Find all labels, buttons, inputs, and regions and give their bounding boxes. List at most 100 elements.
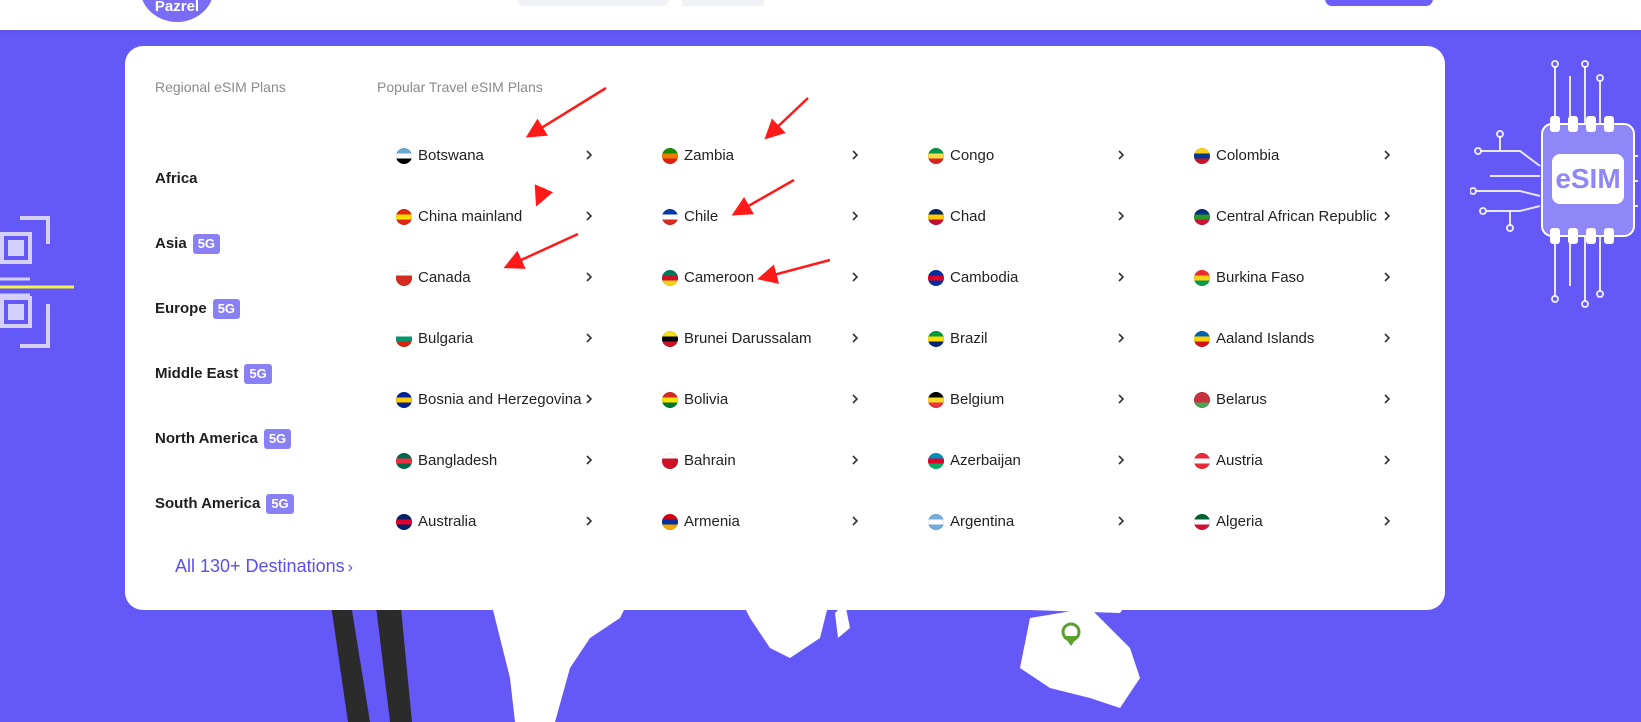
- chevron-right-icon: [852, 516, 859, 526]
- country-name: Botswana: [418, 147, 484, 164]
- country-name: Chad: [950, 208, 986, 225]
- region-item[interactable]: North America 5G: [155, 406, 294, 471]
- chevron-right-icon: [1384, 211, 1391, 221]
- country-item[interactable]: Belgium: [928, 369, 1138, 430]
- flag-icon: [928, 452, 944, 469]
- network-5g-badge: 5G: [192, 233, 221, 254]
- country-name: Belgium: [950, 391, 1005, 408]
- chevron-right-icon: [586, 211, 593, 221]
- country-item[interactable]: Azerbaijan: [928, 430, 1138, 491]
- flag-icon: [662, 452, 678, 469]
- country-item[interactable]: Bahrain: [662, 430, 872, 491]
- regional-plans-heading: Regional eSIM Plans: [155, 79, 286, 95]
- country-item[interactable]: Armenia: [662, 491, 872, 552]
- country-item[interactable]: Argentina: [928, 491, 1138, 552]
- country-item[interactable]: Cameroon: [662, 247, 872, 308]
- chevron-right-icon: [852, 394, 859, 404]
- region-item[interactable]: Africa: [155, 146, 294, 211]
- region-item[interactable]: Middle East 5G: [155, 341, 294, 406]
- country-name: Bahrain: [684, 452, 736, 469]
- flag-icon: [928, 513, 944, 530]
- country-item[interactable]: Botswana: [396, 125, 606, 186]
- country-item[interactable]: Cambodia: [928, 247, 1138, 308]
- flag-icon: [1194, 391, 1210, 408]
- site-header: Pazrel: [0, 0, 1641, 30]
- chevron-right-icon: [1118, 211, 1125, 221]
- country-item[interactable]: Belarus: [1194, 369, 1404, 430]
- flag-icon: [928, 147, 944, 164]
- country-name: Australia: [418, 513, 477, 530]
- flag-icon: [928, 330, 944, 347]
- world-map-illustration: [330, 598, 1140, 722]
- country-name: Zambia: [684, 147, 735, 164]
- header-nav-pill[interactable]: [682, 0, 764, 6]
- country-item[interactable]: Bulgaria: [396, 308, 606, 369]
- country-name: Colombia: [1216, 147, 1280, 164]
- country-name: Aaland Islands: [1216, 330, 1315, 347]
- region-label: Middle East: [155, 365, 239, 382]
- country-name: Austria: [1216, 452, 1263, 469]
- country-item[interactable]: Canada: [396, 247, 606, 308]
- country-item[interactable]: Zambia: [662, 125, 872, 186]
- chevron-right-icon: [586, 150, 593, 160]
- network-5g-badge: 5G: [212, 298, 241, 319]
- country-item[interactable]: Chad: [928, 186, 1138, 247]
- chevron-right-icon: [852, 211, 859, 221]
- country-item[interactable]: Australia: [396, 491, 606, 552]
- chevron-right-icon: [1118, 455, 1125, 465]
- chevron-right-icon: [1384, 394, 1391, 404]
- country-item[interactable]: Congo: [928, 125, 1138, 186]
- flag-icon: [928, 208, 944, 225]
- header-cta-button[interactable]: [1325, 0, 1433, 6]
- chevron-right-icon: [852, 333, 859, 343]
- country-name: Bosnia and Herzegovina: [418, 391, 582, 408]
- all-destinations-link[interactable]: All 130+ Destinations ›: [175, 556, 353, 577]
- flag-icon: [396, 147, 412, 164]
- country-grid: Botswana Zambia Congo Colombia China mainlan…: [396, 125, 1404, 552]
- country-item[interactable]: Algeria: [1194, 491, 1404, 552]
- flag-icon: [1194, 513, 1210, 530]
- country-item[interactable]: Bangladesh: [396, 430, 606, 491]
- network-5g-badge: 5G: [263, 428, 292, 449]
- region-item[interactable]: Asia 5G: [155, 211, 294, 276]
- country-item[interactable]: Chile: [662, 186, 872, 247]
- country-item[interactable]: Brunei Darussalam: [662, 308, 872, 369]
- country-name: Algeria: [1216, 513, 1263, 530]
- chevron-right-icon: [586, 455, 593, 465]
- network-5g-badge: 5G: [266, 493, 294, 514]
- region-label: North America: [155, 430, 258, 447]
- chevron-right-icon: [1384, 333, 1391, 343]
- country-item[interactable]: Bolivia: [662, 369, 872, 430]
- qr-scan-icon: [0, 216, 74, 348]
- country-item[interactable]: Aaland Islands: [1194, 308, 1404, 369]
- country-name: Brunei Darussalam: [684, 330, 812, 347]
- chevron-right-icon: [852, 272, 859, 282]
- country-name: Argentina: [950, 513, 1015, 530]
- flag-icon: [1194, 208, 1210, 225]
- logo-text: Pazrel: [154, 0, 200, 15]
- country-name: Bolivia: [684, 391, 729, 408]
- country-name: Bangladesh: [418, 452, 498, 469]
- country-item[interactable]: China mainland: [396, 186, 606, 247]
- country-item[interactable]: Central African Republic: [1194, 186, 1404, 247]
- flag-icon: [662, 513, 678, 530]
- country-name: Cameroon: [684, 269, 755, 286]
- region-label: South America: [155, 495, 261, 512]
- country-item[interactable]: Colombia: [1194, 125, 1404, 186]
- country-name: Azerbaijan: [950, 452, 1021, 469]
- flag-icon: [662, 208, 678, 225]
- region-item[interactable]: Europe 5G: [155, 276, 294, 341]
- region-label: Europe: [155, 300, 207, 317]
- chevron-right-icon: [1118, 150, 1125, 160]
- brand-logo[interactable]: Pazrel: [140, 0, 214, 22]
- country-name: Congo: [950, 147, 995, 164]
- flag-icon: [396, 269, 412, 286]
- country-item[interactable]: Bosnia and Herzegovina: [396, 369, 606, 430]
- region-label: Asia: [155, 235, 187, 252]
- region-item[interactable]: South America 5G: [155, 471, 294, 536]
- country-item[interactable]: Austria: [1194, 430, 1404, 491]
- header-search-pill[interactable]: [517, 0, 669, 6]
- country-name: Brazil: [950, 330, 988, 347]
- country-item[interactable]: Brazil: [928, 308, 1138, 369]
- country-item[interactable]: Burkina Faso: [1194, 247, 1404, 308]
